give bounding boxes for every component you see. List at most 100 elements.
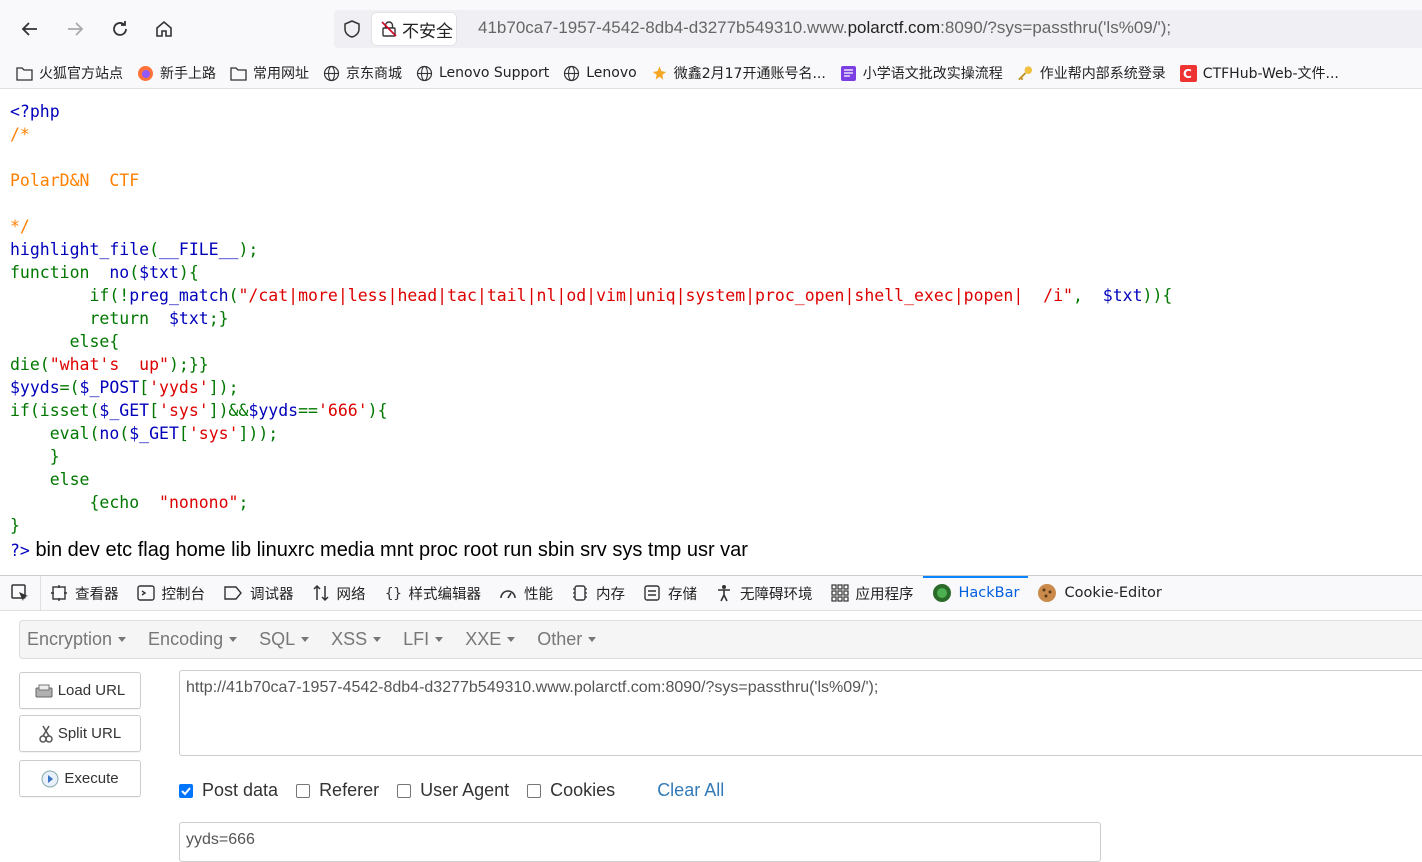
bookmark-item[interactable]: 常用网址	[230, 63, 309, 83]
hackbar-menu-item[interactable]: XSS	[331, 629, 382, 650]
home-button[interactable]	[149, 14, 179, 44]
devtools-tab[interactable]: 网络	[303, 576, 375, 610]
referer-label: Referer	[319, 780, 380, 800]
back-button[interactable]	[15, 14, 45, 44]
hackbar-menu-item[interactable]: LFI	[403, 629, 444, 650]
referer-option[interactable]: Referer	[296, 780, 379, 801]
devtools-tab-label: 控制台	[161, 586, 206, 603]
reload-button[interactable]	[105, 14, 135, 44]
devtools-tab[interactable]: 性能	[490, 576, 562, 610]
performance-icon	[499, 584, 517, 602]
devtools-tab[interactable]: 查看器	[41, 576, 128, 610]
url-domain: polarctf.com	[847, 18, 941, 37]
browser-toolbar: 不安全 41b70ca7-1957-4542-8db4-d3277b549310…	[0, 0, 1422, 58]
cookies-label: Cookies	[550, 780, 616, 800]
globe-icon	[416, 65, 433, 82]
referer-checkbox[interactable]	[296, 783, 311, 798]
caret-down-icon	[373, 637, 382, 642]
firefox-icon	[137, 65, 154, 82]
element-picker-button[interactable]	[0, 576, 41, 610]
bookmark-item[interactable]: 小学语文批改实操流程	[840, 63, 1003, 83]
bookmark-item[interactable]: Lenovo Support	[416, 65, 549, 82]
post-data-textarea[interactable]: yyds=666	[179, 822, 1101, 862]
load-url-icon	[35, 683, 53, 699]
php-source: <?php /* PolarD&N CTF */ highlight_file(…	[10, 100, 1172, 537]
devtools-tab-label: 查看器	[75, 586, 119, 603]
execute-button[interactable]: Execute	[19, 760, 141, 797]
load-url-button[interactable]: Load URL	[19, 672, 141, 709]
svg-text:{}: {}	[385, 586, 402, 602]
bookmark-item[interactable]: Lenovo	[563, 65, 637, 82]
devtools-tab[interactable]: 控制台	[128, 576, 215, 610]
console-icon	[136, 584, 155, 602]
devtools-tab[interactable]: {} 样式编辑器	[375, 576, 491, 610]
hackbar-menu-item[interactable]: XXE	[465, 629, 516, 650]
devtools-tab[interactable]: 调试器	[214, 576, 303, 610]
devtools-tab[interactable]: Cookie-Editor	[1028, 576, 1170, 610]
hackbar-menu-label: XSS	[331, 629, 368, 649]
user-agent-option[interactable]: User Agent	[397, 780, 509, 801]
shield-icon[interactable]	[342, 19, 362, 43]
hackbar-menu-item[interactable]: Other	[537, 629, 597, 650]
devtools-tab[interactable]: 存储	[634, 576, 706, 610]
comment-open: /*	[10, 125, 30, 144]
forward-button[interactable]	[60, 14, 90, 44]
comment-text: PolarD&N CTF	[10, 171, 140, 190]
devtools-tab[interactable]: 应用程序	[822, 576, 923, 610]
devtools-tab[interactable]: 内存	[562, 576, 634, 610]
devtools-tab-label: HackBar	[958, 585, 1020, 601]
bookmark-item[interactable]: 京东商城	[323, 63, 402, 83]
bookmark-item[interactable]: 新手上路	[137, 63, 216, 83]
php-open-tag: <?php	[10, 102, 60, 121]
devtools-panel: 查看器 控制台 调试器 网络 {} 样式编辑器 性能 内存 存储 无障碍环境 应用程序 HackBar…	[0, 575, 1422, 862]
code-line: }	[10, 447, 60, 466]
devtools-tab-label: 调试器	[250, 586, 294, 603]
hackbar-menu-item[interactable]: Encoding	[148, 629, 238, 650]
execute-label: Execute	[64, 770, 119, 787]
leaf-icon	[651, 65, 668, 82]
devtools-tab-label: 样式编辑器	[408, 586, 482, 603]
style-editor-icon: {}	[384, 584, 402, 602]
code-line: $yyds=($_POST['yyds']);	[10, 378, 239, 397]
url-text[interactable]: 41b70ca7-1957-4542-8db4-d3277b549310.www…	[478, 18, 1171, 38]
address-bar[interactable]: 不安全 41b70ca7-1957-4542-8db4-d3277b549310…	[334, 10, 1422, 48]
bookmark-label: 常用网址	[253, 66, 309, 82]
user-agent-label: User Agent	[420, 780, 510, 800]
hackbar-menu-label: SQL	[259, 629, 296, 649]
bookmark-item[interactable]: 火狐官方站点	[16, 63, 123, 83]
hackbar-menu-label: Encoding	[148, 629, 224, 649]
caret-down-icon	[118, 637, 127, 642]
key-icon	[1017, 65, 1034, 82]
comment-close: */	[10, 217, 30, 236]
post-data-option[interactable]: Post data	[179, 780, 278, 801]
post-data-checkbox[interactable]	[179, 783, 193, 798]
user-agent-checkbox[interactable]	[397, 783, 412, 798]
bookmark-label: 作业帮内部系统登录	[1039, 66, 1166, 82]
clear-all-link[interactable]: Clear All	[657, 780, 724, 801]
cookies-option[interactable]: Cookies	[527, 780, 615, 801]
insecure-indicator[interactable]: 不安全	[372, 13, 456, 45]
storage-icon	[643, 584, 661, 602]
inspector-icon	[50, 584, 68, 602]
code-line: return $txt;}	[10, 309, 229, 328]
split-url-button[interactable]: Split URL	[19, 715, 141, 752]
cookies-checkbox[interactable]	[527, 783, 542, 798]
devtools-tab-label: 网络	[336, 586, 366, 603]
url-prefix: 41b70ca7-1957-4542-8db4-d3277b549310.www…	[478, 18, 848, 37]
doc-icon	[840, 65, 857, 82]
application-icon	[830, 584, 849, 602]
hackbar-menu-item[interactable]: Encryption	[27, 629, 127, 650]
url-textarea[interactable]: http://41b70ca7-1957-4542-8db4-d3277b549…	[179, 670, 1422, 756]
devtools-tab[interactable]: 无障碍环境	[706, 576, 822, 610]
hackbar-menu-item[interactable]: SQL	[259, 629, 310, 650]
accessibility-icon	[715, 584, 733, 602]
ctfhub-icon: C	[1179, 64, 1197, 82]
picker-icon	[11, 584, 28, 601]
command-output: ?> bin dev etc flag home lib linuxrc med…	[10, 539, 748, 562]
bookmark-item[interactable]: 微鑫2月17开通账号名...	[651, 63, 826, 83]
hackbar-menu-label: XXE	[465, 629, 502, 649]
bookmark-item[interactable]: 作业帮内部系统登录	[1017, 63, 1166, 83]
devtools-tab[interactable]: HackBar	[922, 576, 1029, 610]
bookmark-item[interactable]: C CTFHub-Web-文件...	[1179, 63, 1339, 83]
arrow-left-icon	[21, 22, 37, 36]
